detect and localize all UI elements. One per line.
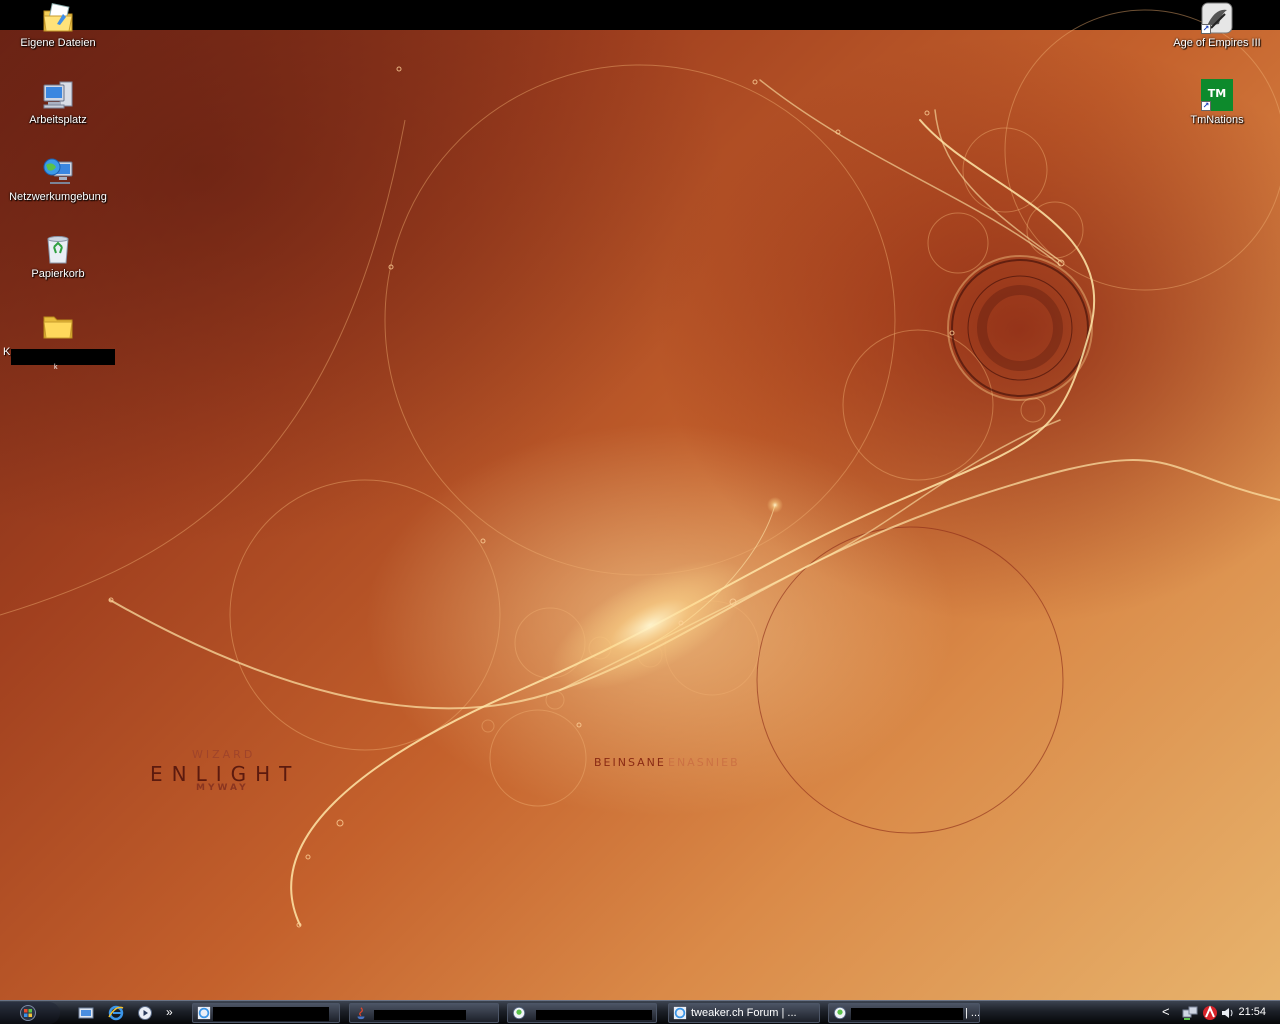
taskbar-button-1[interactable] [192, 1003, 340, 1023]
redaction-bar [851, 1008, 963, 1020]
volume-icon[interactable] [1220, 1005, 1236, 1021]
wallpaper-text-myway: MYWAY [196, 783, 249, 793]
taskbar-button-2[interactable] [349, 1003, 499, 1023]
my-documents-icon [42, 2, 74, 34]
age-of-empires-icon: ↗ [1201, 2, 1233, 34]
desktop-icon-label: Netzwerkumgebung [9, 191, 107, 203]
antivirus-icon[interactable] [1202, 1005, 1218, 1021]
quick-launch-overflow[interactable]: » [166, 1005, 173, 1019]
taskbar-button-3[interactable] [507, 1003, 657, 1023]
desktop-icon-label: Arbeitsplatz [29, 114, 87, 126]
task-label: tweaker.ch Forum | ... [691, 1007, 797, 1019]
desktop-icon-age-of-empires[interactable]: ↗ Age of Empires III [1161, 2, 1273, 50]
desktop-icon-label: TmNations [1190, 114, 1244, 126]
desktop-icon-label: Eigene Dateien [20, 37, 96, 49]
desktop-icon-folder-k[interactable] [2, 310, 114, 345]
internet-explorer-icon [673, 1006, 687, 1020]
internet-explorer-icon [197, 1006, 211, 1020]
redaction-bar [374, 1010, 466, 1020]
desktop-icon-arbeitsplatz[interactable]: Arbeitsplatz [2, 79, 114, 127]
tray-expand-button[interactable]: < [1162, 1004, 1170, 1019]
tmnations-icon: TM ↗ [1201, 79, 1233, 111]
messenger-icon [512, 1006, 526, 1020]
desktop[interactable]: WIZARD ENLIGHT MYWAY BEINSANE ENASNIEB E… [0, 0, 1280, 1024]
desktop-icon-label: Age of Empires III [1173, 37, 1261, 49]
start-button[interactable] [0, 1002, 60, 1024]
taskbar: » tweaker.ch Forum | ... | ... < 21:54 [0, 1000, 1280, 1024]
windows-logo-icon [20, 1005, 36, 1021]
svg-text:TM: TM [1208, 87, 1226, 100]
task-label: | ... [965, 1007, 980, 1019]
desktop-icon-label: Papierkorb [31, 268, 85, 280]
desktop-icon-netzwerkumgebung[interactable]: Netzwerkumgebung [2, 156, 114, 204]
internet-explorer-icon[interactable] [108, 1005, 124, 1021]
redaction-bar [213, 1007, 329, 1021]
java-icon [357, 1007, 365, 1020]
system-tray: < 21:54 [1160, 1001, 1280, 1025]
taskbar-button-tweaker-forum[interactable]: tweaker.ch Forum | ... [668, 1003, 820, 1023]
desktop-icon-eigene-dateien[interactable]: Eigene Dateien [2, 2, 114, 50]
taskbar-button-5[interactable]: | ... [828, 1003, 980, 1023]
shortcut-arrow-icon: ↗ [1201, 24, 1211, 34]
shortcut-arrow-icon: ↗ [1201, 101, 1211, 111]
network-status-icon[interactable] [1182, 1005, 1198, 1021]
messenger-icon [833, 1006, 847, 1020]
desktop-icon-papierkorb[interactable]: Papierkorb [2, 233, 114, 281]
wallpaper [0, 9, 1280, 928]
redaction-bar [536, 1010, 652, 1020]
desktop-icon-tmnations[interactable]: TM ↗ TmNations [1161, 79, 1273, 127]
wallpaper-text-wizard: WIZARD [192, 748, 256, 761]
redaction-bar [11, 349, 115, 365]
network-places-icon [42, 156, 74, 188]
desktop-icon-label-second-line: k [54, 364, 58, 371]
media-player-icon[interactable] [137, 1005, 153, 1021]
recycle-bin-icon [42, 233, 74, 265]
show-desktop-icon[interactable] [78, 1005, 94, 1021]
folder-icon [42, 310, 74, 342]
wallpaper-text-beinsane: BEINSANE [594, 756, 666, 769]
wallpaper-text-beinsane-mirror: ENASNIEB [668, 756, 740, 769]
clock[interactable]: 21:54 [1238, 1006, 1266, 1018]
my-computer-icon [42, 79, 74, 111]
desktop-icon-label: K [3, 346, 11, 358]
